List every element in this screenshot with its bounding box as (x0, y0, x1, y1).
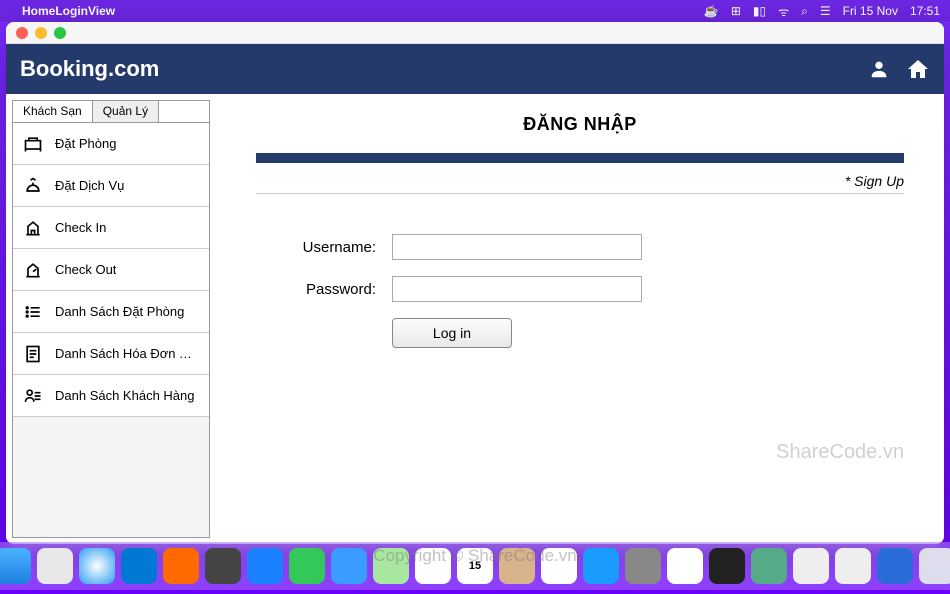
home-icon[interactable] (906, 57, 930, 81)
vscode-icon[interactable] (121, 548, 157, 584)
customer-list-icon (23, 386, 43, 406)
sidebar-item-check-out[interactable]: Check Out (13, 249, 209, 291)
tab-khach-san[interactable]: Khách Sạn (13, 101, 93, 122)
sidebar-item-label: Đặt Dịch Vụ (55, 178, 124, 193)
launchpad-icon[interactable] (37, 548, 73, 584)
wifi-icon[interactable]: ᯤ (778, 3, 789, 20)
main-panel: ĐĂNG NHẬP * Sign Up Username: Password: … (216, 94, 944, 544)
sidebar-item-label: Danh Sách Khách Hàng (55, 388, 194, 403)
sidebar-item-label: Đặt Phòng (55, 136, 116, 151)
watermark-center: Copyright © ShareCode.vn (373, 546, 576, 566)
app-icon[interactable] (667, 548, 703, 584)
minimize-button[interactable] (35, 27, 47, 39)
username-label: Username: (276, 239, 376, 256)
menubar-appname: HomeLoginView (22, 4, 115, 18)
divider-bar (256, 153, 904, 163)
sidebar-item-danh-sach-dat-phong[interactable]: Danh Sách Đặt Phòng (13, 291, 209, 333)
checkout-icon (23, 260, 43, 280)
app-icon[interactable] (751, 548, 787, 584)
password-label: Password: (276, 281, 376, 298)
sidebar-item-dat-dich-vu[interactable]: Đặt Dịch Vụ (13, 165, 209, 207)
xcode-icon[interactable] (247, 548, 283, 584)
list-icon (23, 302, 43, 322)
app-window: Booking.com Khách Sạn Quản Lý Đặt Phòng … (6, 22, 944, 544)
sidebar-list: Đặt Phòng Đặt Dịch Vụ Check In Check Out… (12, 122, 210, 538)
app-icon[interactable] (205, 548, 241, 584)
menubar-time[interactable]: 17:51 (910, 4, 940, 18)
page-title: ĐĂNG NHẬP (256, 114, 904, 135)
finder-icon[interactable] (0, 548, 31, 584)
bed-icon (23, 134, 43, 154)
app-icon[interactable] (877, 548, 913, 584)
menubar-date[interactable]: Fri 15 Nov (843, 4, 898, 18)
sidebar-item-danh-sach-khach-hang[interactable]: Danh Sách Khách Hàng (13, 375, 209, 417)
mail-icon[interactable] (331, 548, 367, 584)
window-titlebar (6, 22, 944, 44)
sidebar-item-label: Check Out (55, 262, 116, 277)
login-form: Username: Password: Log in (276, 234, 904, 348)
control-center-icon[interactable]: ☰ (820, 4, 831, 18)
settings-icon[interactable] (625, 548, 661, 584)
brand-title: Booking.com (20, 56, 159, 82)
sidebar-item-dat-phong[interactable]: Đặt Phòng (13, 123, 209, 165)
login-button[interactable]: Log in (392, 318, 512, 348)
sidebar-item-danh-sach-hoa-don[interactable]: Danh Sách Hóa Đơn Thuê Ph... (13, 333, 209, 375)
search-icon[interactable]: ⌕ (801, 4, 808, 19)
java-icon[interactable] (835, 548, 871, 584)
app-header: Booking.com (6, 44, 944, 94)
coffee-icon[interactable]: ☕ (704, 4, 719, 18)
battery-icon[interactable]: ▮▯ (753, 4, 766, 18)
close-button[interactable] (16, 27, 28, 39)
messages-icon[interactable] (289, 548, 325, 584)
checkin-icon (23, 218, 43, 238)
app-icon[interactable] (163, 548, 199, 584)
toggle-icon[interactable]: ⊞ (731, 4, 741, 18)
sidebar-item-label: Check In (55, 220, 106, 235)
sidebar-item-label: Danh Sách Hóa Đơn Thuê Ph... (55, 346, 199, 361)
trash-icon[interactable] (919, 548, 950, 584)
sidebar-item-check-in[interactable]: Check In (13, 207, 209, 249)
sidebar: Khách Sạn Quản Lý Đặt Phòng Đặt Dịch Vụ … (6, 94, 216, 544)
service-bell-icon (23, 176, 43, 196)
appstore-icon[interactable] (583, 548, 619, 584)
watermark-side: ShareCode.vn (776, 441, 904, 464)
sidebar-tabs: Khách Sạn Quản Lý (12, 100, 210, 122)
password-input[interactable] (392, 276, 642, 302)
tab-quan-ly[interactable]: Quản Lý (93, 101, 159, 122)
sign-up-link[interactable]: * Sign Up (256, 173, 904, 194)
maximize-button[interactable] (54, 27, 66, 39)
safari-icon[interactable] (79, 548, 115, 584)
user-icon[interactable] (868, 58, 890, 80)
menubar-status: ☕ ⊞ ▮▯ ᯤ ⌕ ☰ Fri 15 Nov 17:51 (704, 3, 940, 20)
username-input[interactable] (392, 234, 642, 260)
macos-menubar: HomeLoginView ☕ ⊞ ▮▯ ᯤ ⌕ ☰ Fri 15 Nov 17… (0, 0, 950, 22)
invoice-icon (23, 344, 43, 364)
sidebar-item-label: Danh Sách Đặt Phòng (55, 304, 184, 319)
terminal-icon[interactable] (709, 548, 745, 584)
java-icon[interactable] (793, 548, 829, 584)
